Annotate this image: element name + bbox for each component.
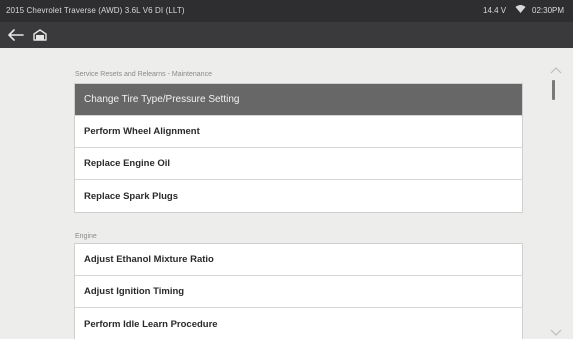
clock: 02:30PM [532,6,565,15]
scroll-down-button[interactable] [549,324,563,336]
home-button[interactable] [30,25,50,45]
scrollbar-thumb[interactable] [552,80,555,100]
list-item-adjust-ignition-timing[interactable]: Adjust Ignition Timing [75,276,522,308]
maintenance-list: Change Tire Type/Pressure Setting Perfor… [74,83,523,213]
screen: 2015 Chevrolet Traverse (AWD) 3.6L V6 DI… [0,0,573,339]
scroll-up-button[interactable] [549,61,563,74]
list-item-label: Change Tire Type/Pressure Setting [84,94,240,105]
home-icon [33,29,47,41]
list-item-replace-spark-plugs[interactable]: Replace Spark Plugs [75,180,522,212]
navigation-bar [0,22,573,48]
list-item-label: Replace Engine Oil [84,158,171,169]
function-list-panel: Service Resets and Relearns - Maintenanc… [0,48,573,339]
vehicle-description: 2015 Chevrolet Traverse (AWD) 3.6L V6 DI… [6,6,185,15]
list-item-perform-wheel-alignment[interactable]: Perform Wheel Alignment [75,116,522,148]
section-header-engine: Engine [75,233,97,240]
back-button[interactable] [6,25,26,45]
wifi-icon [515,4,526,14]
engine-list: Adjust Ethanol Mixture Ratio Adjust Igni… [74,243,523,339]
list-item-adjust-ethanol-mixture[interactable]: Adjust Ethanol Mixture Ratio [75,244,522,276]
chevron-up-icon [550,67,562,74]
list-item-label: Perform Idle Learn Procedure [84,318,218,330]
battery-voltage: 14.4 V [483,6,507,15]
section-header-maintenance: Service Resets and Relearns - Maintenanc… [75,71,212,78]
list-item-perform-idle-learn[interactable]: Perform Idle Learn Procedure [75,308,522,339]
arrow-left-icon [8,29,24,41]
list-item-label: Replace Spark Plugs [84,190,178,202]
list-item-label: Adjust Ignition Timing [84,286,185,297]
list-item-label: Adjust Ethanol Mixture Ratio [84,254,214,265]
list-item-label: Perform Wheel Alignment [84,126,200,137]
list-item-change-tire-type[interactable]: Change Tire Type/Pressure Setting [75,84,522,116]
chevron-down-icon [550,329,562,336]
status-bar: 2015 Chevrolet Traverse (AWD) 3.6L V6 DI… [0,0,573,22]
list-item-replace-engine-oil[interactable]: Replace Engine Oil [75,148,522,180]
